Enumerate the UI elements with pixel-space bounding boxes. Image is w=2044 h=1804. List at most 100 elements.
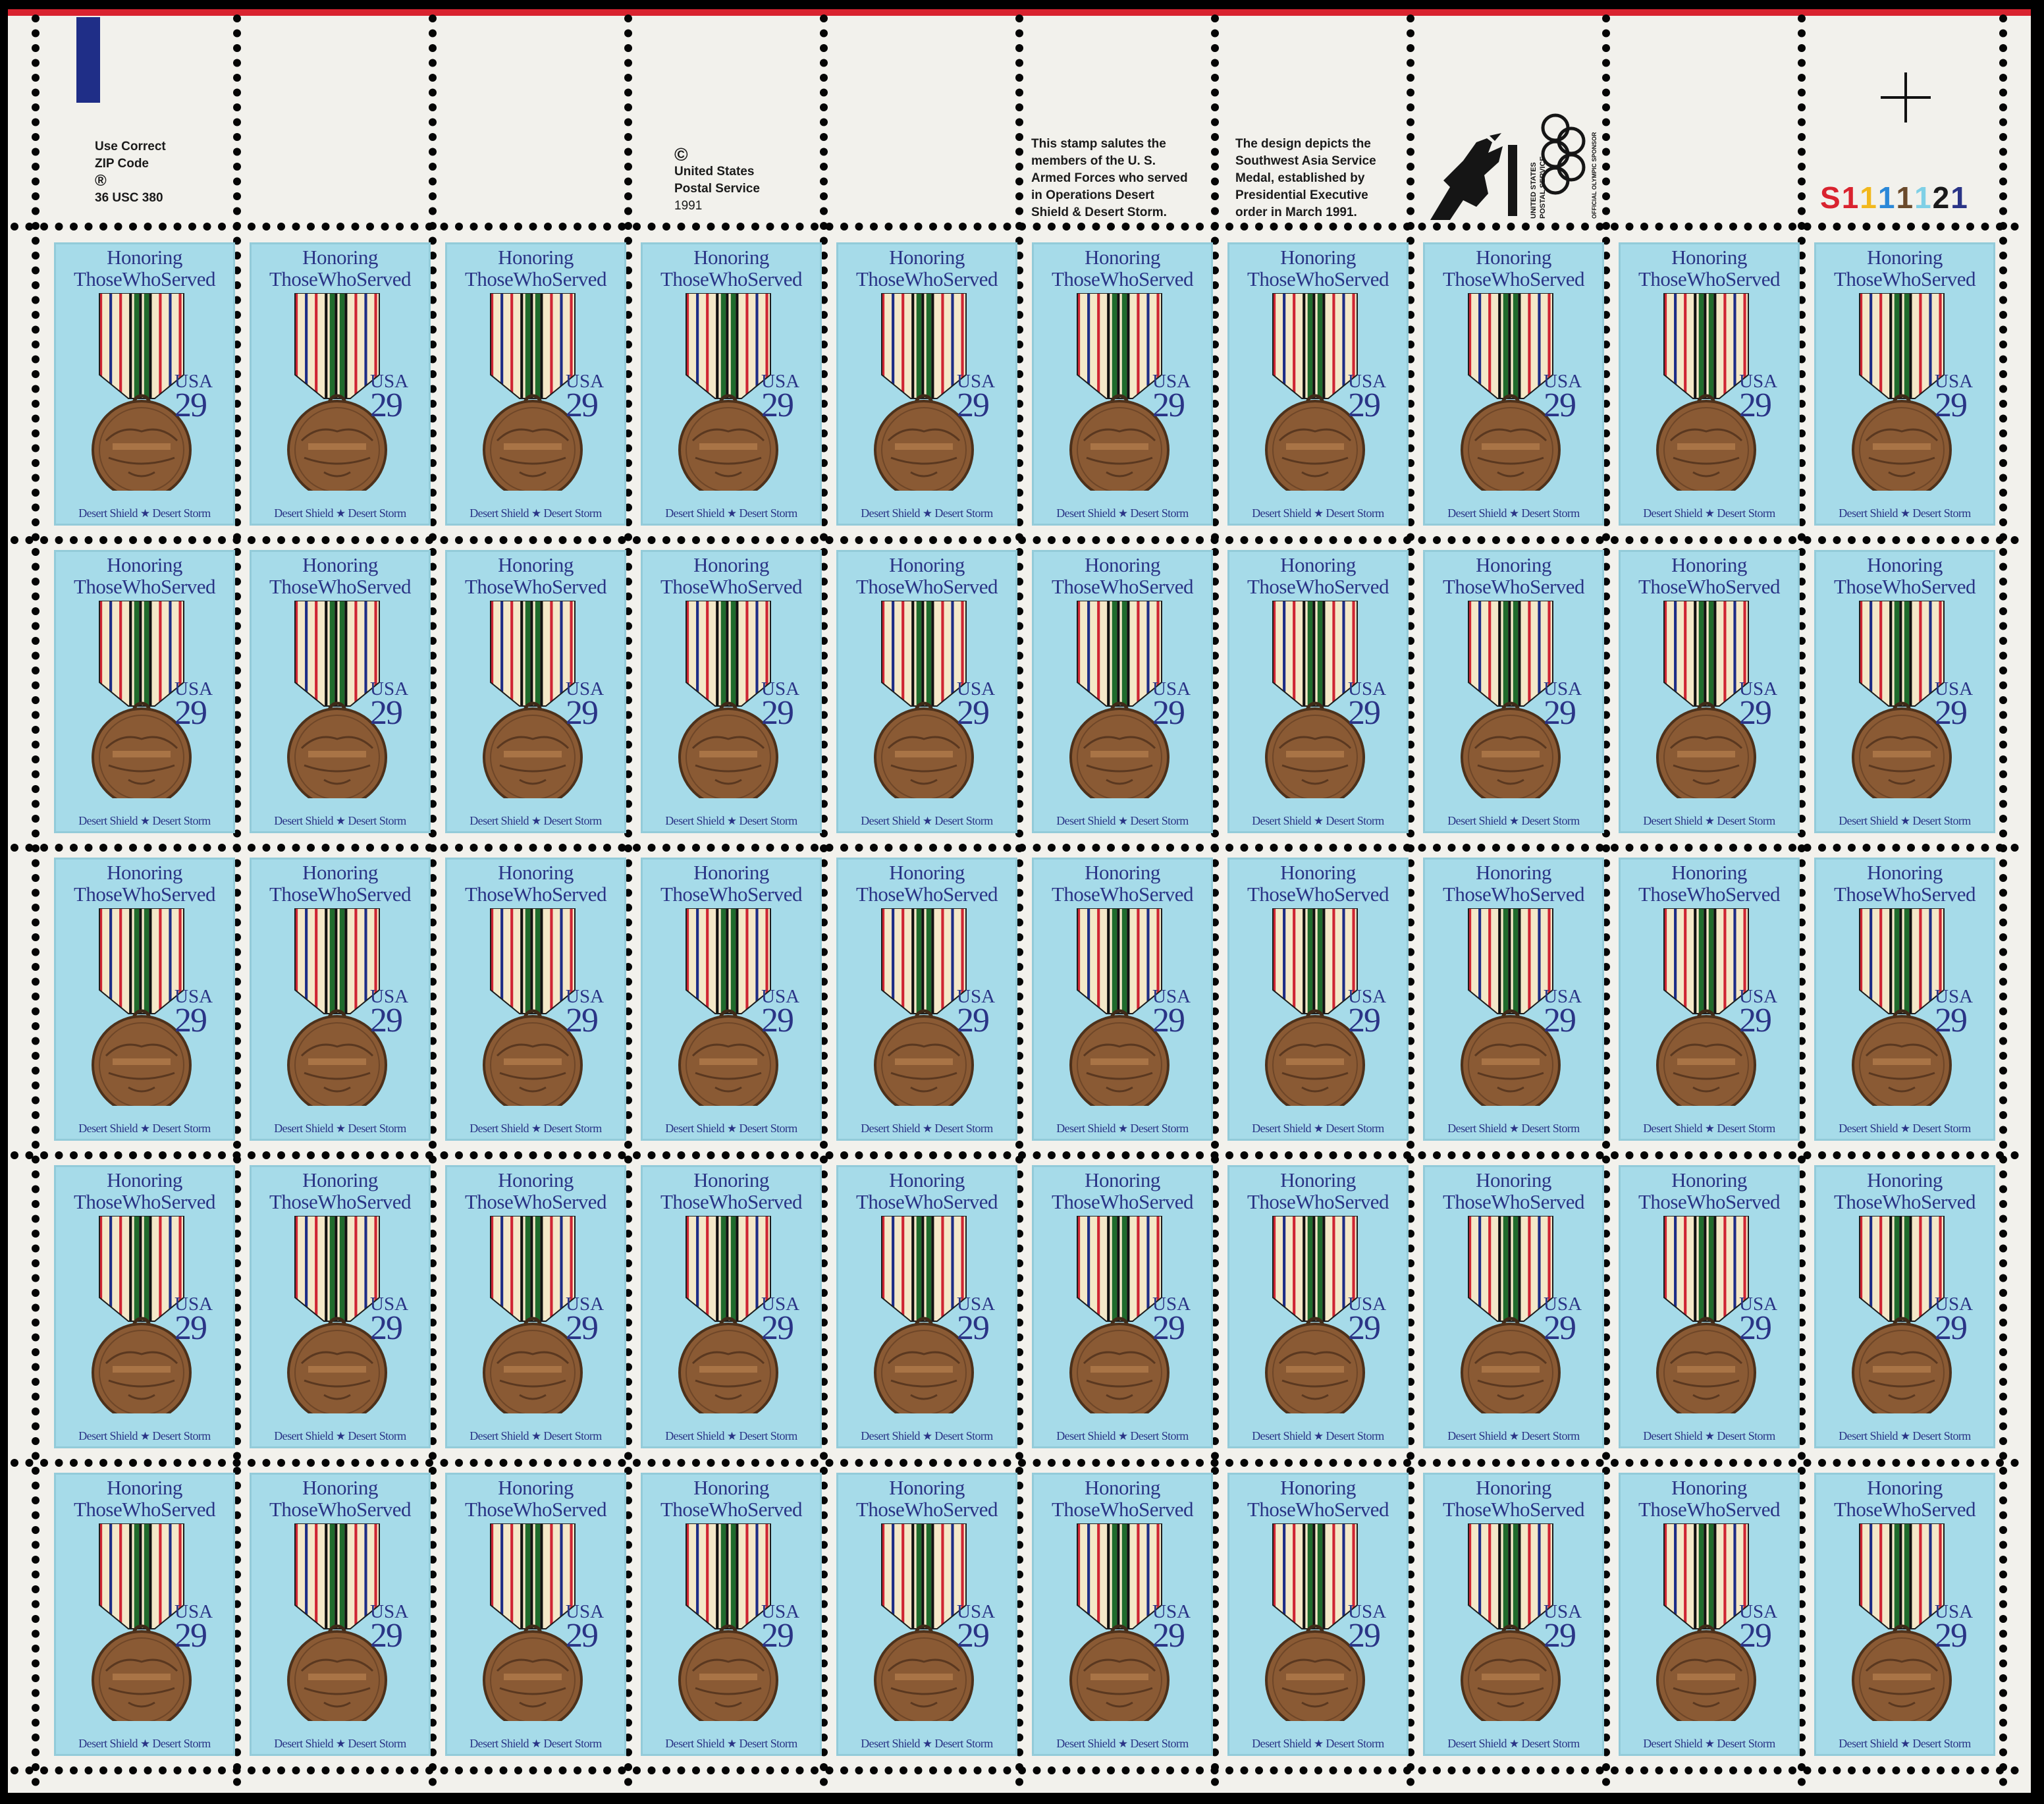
perforation-hole: [366, 1459, 374, 1467]
caption-right: Desert Storm: [543, 814, 602, 827]
perforation-hole: [633, 536, 641, 544]
perforation-hole: [1092, 1151, 1100, 1159]
perforation-hole: [32, 548, 40, 556]
perforation-hole: [1285, 1459, 1293, 1467]
perforation-hole: [1358, 1459, 1367, 1467]
perforation-hole: [811, 1459, 819, 1467]
perforation-hole: [840, 1151, 848, 1159]
perforation-hole: [1566, 844, 1574, 852]
perforation-hole: [218, 536, 226, 544]
stamp: Honoring ThoseWhoServed USA 29 Desert Sh…: [1032, 550, 1213, 833]
perforation-hole: [1225, 1151, 1233, 1159]
perforation-hole: [1640, 1151, 1648, 1159]
stamp-title-line1: Honoring: [1280, 1476, 1356, 1499]
perforation-hole: [1403, 223, 1411, 231]
perforation-hole: [1407, 74, 1414, 82]
perforation-hole: [624, 44, 632, 52]
perforation-hole: [1999, 785, 2007, 793]
perforation-hole: [795, 1151, 804, 1159]
perforation-hole: [1999, 874, 2007, 882]
perforation-hole: [624, 118, 632, 126]
perforation-hole: [1596, 1151, 1604, 1159]
stamp-caption: Desert Shield ★ Desert Storm: [56, 1429, 233, 1444]
stamp-value: 29: [957, 1002, 990, 1039]
perforation-hole: [429, 148, 437, 156]
perforation-hole: [32, 1496, 40, 1504]
perforation-hole: [1999, 1259, 2007, 1267]
perforation-hole: [820, 192, 828, 200]
stamp-title-line2: ThoseWhoServed: [1638, 883, 1781, 906]
perforation-hole: [1700, 223, 1708, 231]
perforation-hole: [114, 223, 122, 231]
stamp: Honoring ThoseWhoServed USA 29 Desert Sh…: [641, 858, 822, 1141]
stamp-title-line2: ThoseWhoServed: [1833, 267, 1976, 290]
caption-left: Desert Shield: [274, 1122, 333, 1135]
stamp-title-line2: ThoseWhoServed: [464, 883, 607, 906]
perforation-hole: [988, 1459, 996, 1467]
perforation-hole: [1700, 844, 1708, 852]
perforation-hole: [870, 1766, 878, 1774]
perforation-hole: [624, 103, 632, 111]
stamp: Honoring ThoseWhoServed USA 29 Desert Sh…: [1227, 1165, 1409, 1448]
perforation-hole: [292, 1766, 300, 1774]
perforation-hole: [32, 1303, 40, 1312]
perforation-hole: [381, 536, 389, 544]
perforation-hole: [336, 844, 344, 852]
perforation-hole: [1999, 1437, 2007, 1445]
perforation-hole: [1433, 536, 1441, 544]
perforation-hole: [233, 118, 241, 126]
perforation-hole: [1388, 1459, 1397, 1467]
perforation-hole: [1299, 1151, 1308, 1159]
stamp-value: 29: [370, 1617, 403, 1654]
perforation-hole: [1522, 536, 1530, 544]
stamp: Honoring ThoseWhoServed USA 29 Desert Sh…: [1619, 550, 1800, 833]
perforation-hole: [1329, 1459, 1337, 1467]
stamp-caption: Desert Shield ★ Desert Storm: [838, 1121, 1015, 1136]
perforation-hole: [70, 844, 78, 852]
perforation-hole: [692, 223, 700, 231]
perforation-hole: [32, 148, 40, 156]
perforation-hole: [514, 844, 522, 852]
perforation-hole: [1211, 133, 1219, 141]
caption-left: Desert Shield: [274, 814, 333, 827]
perforation-hole: [32, 933, 40, 941]
perforation-hole: [32, 578, 40, 586]
perforation-hole: [959, 1151, 967, 1159]
perforation-hole: [32, 740, 40, 749]
perforation-hole: [1151, 1151, 1160, 1159]
perforation-hole: [1211, 74, 1219, 82]
perforation-hole: [1981, 536, 1989, 544]
perforation-hole: [514, 536, 522, 544]
perforation-hole: [751, 223, 759, 231]
perforation-hole: [1744, 844, 1752, 852]
caption-right: Desert Storm: [1130, 1737, 1189, 1750]
perforation-hole: [32, 993, 40, 1000]
stamp-title-line2: ThoseWhoServed: [660, 1498, 803, 1521]
perforation-hole: [1018, 223, 1026, 231]
perforation-hole: [292, 223, 300, 231]
perforation-hole: [514, 1151, 522, 1159]
perforation-hole: [624, 207, 632, 215]
perforation-hole: [248, 1766, 256, 1774]
stamp-title-line2: ThoseWhoServed: [269, 575, 412, 598]
stamp-value: 29: [761, 387, 794, 424]
caption-left: Desert Shield: [1447, 814, 1507, 827]
perforation-hole: [914, 1151, 923, 1159]
perforation-hole: [1388, 844, 1397, 852]
star-icon: ★: [1704, 507, 1715, 520]
perforation-hole: [321, 1151, 330, 1159]
perforation-hole: [1181, 536, 1189, 544]
perforation-hole: [1999, 1541, 2007, 1549]
perforation-hole: [1374, 536, 1382, 544]
perforation-hole: [944, 536, 952, 544]
stamp-caption: Desert Shield ★ Desert Storm: [838, 506, 1015, 521]
star-icon: ★: [531, 1737, 541, 1750]
perforation-hole: [1477, 844, 1486, 852]
perforation-hole: [1922, 223, 1930, 231]
perforation-hole: [1892, 1766, 1900, 1774]
perforation-hole: [1655, 844, 1663, 852]
perforation-hole: [959, 223, 967, 231]
stamp-title-line1: Honoring: [1671, 1476, 1747, 1499]
caption-left: Desert Shield: [274, 1737, 333, 1750]
perforation-hole: [1818, 536, 1826, 544]
